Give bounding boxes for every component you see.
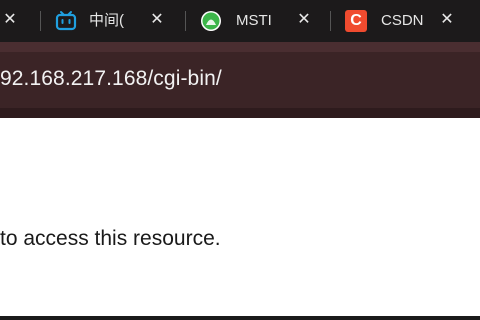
close-icon[interactable]: ✕ bbox=[296, 12, 312, 28]
error-message: to access this resource. bbox=[0, 227, 221, 250]
page-content: to access this resource. bbox=[0, 118, 480, 320]
close-icon[interactable]: ✕ bbox=[439, 12, 455, 28]
csdn-icon: C bbox=[345, 10, 367, 32]
tab-3[interactable]: C CSDN ✕ bbox=[331, 0, 480, 42]
bottom-border bbox=[0, 316, 480, 320]
toolbar-band bbox=[0, 42, 480, 52]
tab-strip: ✕ 中间( ✕ MSTI ✕ C CSDN ✕ bbox=[0, 0, 480, 42]
url-text[interactable]: 92.168.217.168/cgi-bin/ bbox=[0, 66, 222, 92]
tab-title: 中间( bbox=[89, 12, 124, 29]
browser-toolbar: 92.168.217.168/cgi-bin/ bbox=[0, 42, 480, 118]
address-bar[interactable]: 92.168.217.168/cgi-bin/ bbox=[0, 52, 480, 108]
tab-title: MSTI bbox=[236, 12, 272, 29]
close-icon[interactable]: ✕ bbox=[149, 12, 165, 28]
tab-0[interactable]: ✕ bbox=[0, 0, 40, 42]
tab-2[interactable]: MSTI ✕ bbox=[186, 0, 330, 42]
mst-icon bbox=[200, 10, 222, 32]
tab-title: CSDN bbox=[381, 12, 423, 29]
tab-1[interactable]: 中间( ✕ bbox=[41, 0, 185, 42]
bilibili-icon bbox=[55, 10, 77, 32]
close-icon[interactable]: ✕ bbox=[2, 12, 18, 28]
toolbar-divider bbox=[0, 108, 480, 118]
